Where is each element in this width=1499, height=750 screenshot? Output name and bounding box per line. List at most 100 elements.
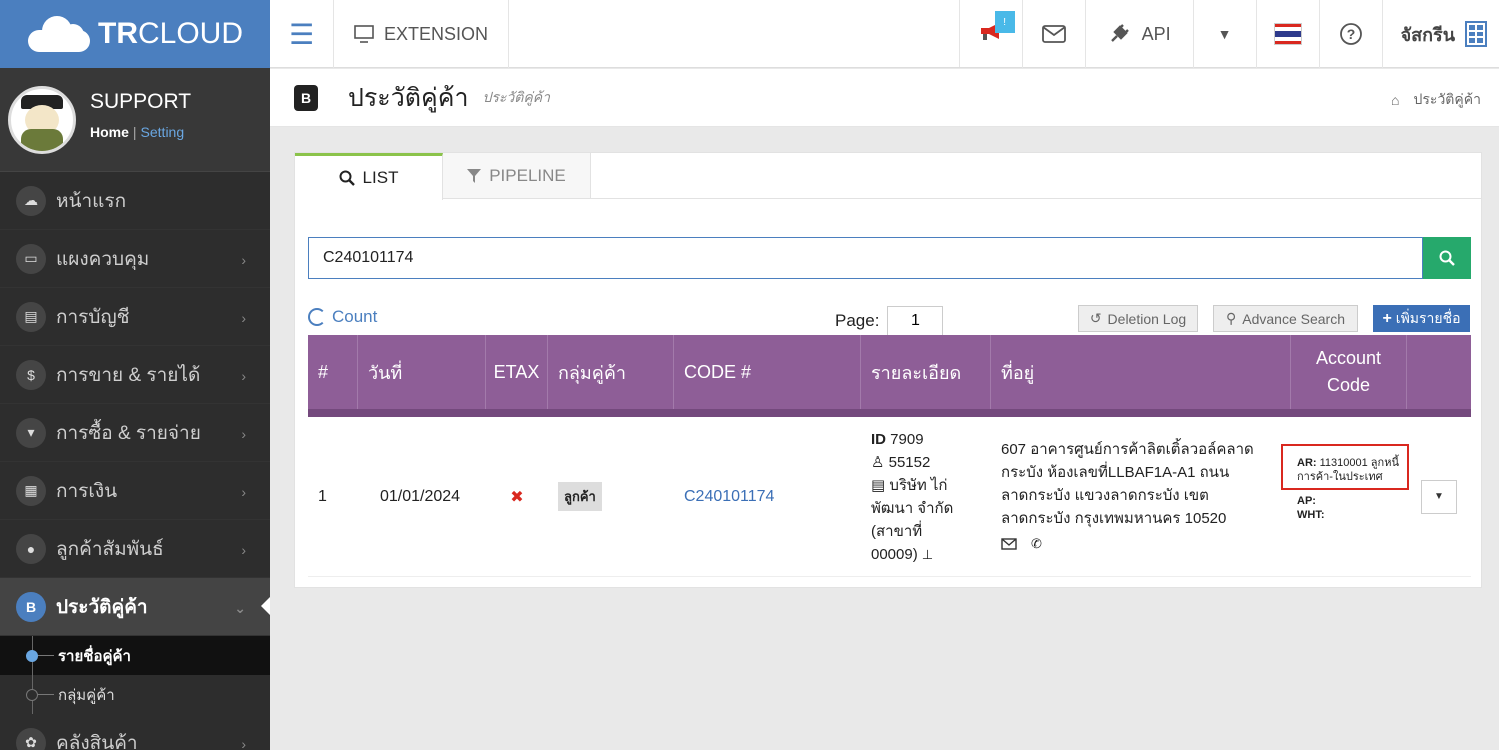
filter-icon <box>467 169 482 183</box>
envelope-icon[interactable] <box>1001 537 1017 550</box>
address-line: กระบัง ห้องเลขที่LLBAF1A-A1 ถนน <box>1001 464 1230 481</box>
language-button[interactable] <box>1257 0 1320 68</box>
company-name: บริษัท ไก่ <box>889 476 948 494</box>
partner-code-link[interactable]: C240101174 <box>684 488 774 506</box>
address-book-icon: B <box>16 591 46 622</box>
announcement-button[interactable]: ! <box>960 0 1023 68</box>
svg-text:?: ? <box>1346 26 1355 42</box>
home-icon[interactable]: ⌂ <box>1391 92 1399 108</box>
calendar-icon: ▦ <box>16 475 46 506</box>
sidebar-item-label: การเงิน <box>56 480 118 502</box>
page-subtitle: ประวัติคู่ค้า <box>482 88 550 105</box>
sidebar-item-home[interactable]: ☁ หน้าแรก <box>0 172 270 230</box>
chevron-right-icon: › <box>241 426 246 442</box>
tab-list[interactable]: LIST <box>295 153 443 200</box>
spinner-icon <box>308 308 326 326</box>
search-icon: ⚲ <box>1226 310 1237 326</box>
count-button[interactable]: Count <box>308 307 377 327</box>
dollar-icon: $ <box>16 359 46 390</box>
help-button[interactable]: ? <box>1320 0 1383 68</box>
col-group: กลุ่มคู่ค้า <box>548 335 674 409</box>
row-actions-button[interactable]: ▼ <box>1421 479 1457 514</box>
sidebar-item-purchase[interactable]: ▾ การซื้อ & รายจ่าย › <box>0 404 270 462</box>
deletion-log-button[interactable]: ↺ Deletion Log <box>1078 305 1198 332</box>
api-button[interactable]: API <box>1086 0 1194 68</box>
sidebar-item-label: แผงควบคุม <box>56 248 150 270</box>
tab-label: LIST <box>362 168 399 187</box>
branch-label: (สาขาที่ <box>871 522 923 540</box>
monitor-icon: ▭ <box>16 243 46 274</box>
sidebar-subitem-partner-list[interactable]: รายชื่อคู่ค้า <box>0 636 270 675</box>
thai-flag-icon <box>1273 23 1302 45</box>
tab-pipeline[interactable]: PIPELINE <box>443 153 591 199</box>
extension-button[interactable]: EXTENSION <box>334 0 510 68</box>
users-icon: ● <box>16 533 46 564</box>
advance-search-button[interactable]: ⚲ Advance Search <box>1213 305 1358 332</box>
caret-down-icon: ▼ <box>1217 26 1232 42</box>
pager: Page: <box>835 306 944 336</box>
ar-label: AR: <box>1297 456 1317 469</box>
dropdown-button[interactable]: ▼ <box>1194 0 1257 68</box>
hamburger-icon: ☰ <box>288 18 315 50</box>
phone-icon[interactable]: ✆ <box>1031 532 1042 555</box>
sidebar-item-dashboard[interactable]: ▭ แผงควบคุม › <box>0 230 270 288</box>
sidebar-subitem-partner-group[interactable]: กลุ่มคู่ค้า <box>0 675 270 714</box>
user-icon: ♙ <box>871 453 885 471</box>
plug-icon <box>1110 24 1129 42</box>
page-title: ประวัติคู่ค้า <box>348 83 469 112</box>
address-line: ลาดกระบัง กรุงเทพมหานคร 10520 <box>1001 510 1227 527</box>
brand-name: TRCLOUD <box>98 17 244 50</box>
row-account-code: AR: 11310001 ลูกหนี้การค้า-ในประเทศ AP: … <box>1281 417 1409 576</box>
user-name: จัสกรีน <box>1400 24 1455 45</box>
sidebar-item-label: หน้าแรก <box>56 190 127 212</box>
table-row: 1 01/01/2024 ✖ ลูกค้า C240101174 ID 7909… <box>308 417 1471 577</box>
sidebar-item-finance[interactable]: ▦ การเงิน › <box>0 462 270 520</box>
add-partner-button[interactable]: + เพิ่มรายชื่อ <box>1373 305 1470 332</box>
sidebar-item-crm[interactable]: ● ลูกค้าสัมพันธ์ › <box>0 520 270 578</box>
setting-link[interactable]: Setting <box>141 124 185 140</box>
home-link[interactable]: Home <box>90 124 129 140</box>
search-input[interactable] <box>308 237 1423 279</box>
sidebar-item-label: ลูกค้าสัมพันธ์ <box>56 538 164 560</box>
building-icon: ▤ <box>871 476 886 494</box>
dot-icon <box>26 689 38 701</box>
sidebar: TRCLOUD SUPPORT Home | Setting ☁ หน้าแรก ▭… <box>0 0 270 750</box>
cloud-icon <box>28 16 90 52</box>
company-name-cont: พัฒนา จำกัด <box>871 499 954 517</box>
tab-label: PIPELINE <box>489 166 566 185</box>
search-bar <box>308 237 1471 279</box>
search-button[interactable] <box>1423 237 1471 279</box>
top-bar: ☰ EXTENSION ! API ▼ ? จัสกรีน <box>270 0 1499 68</box>
page-input[interactable] <box>887 306 944 336</box>
cubes-icon: ✿ <box>16 727 46 750</box>
extension-label: EXTENSION <box>384 23 489 44</box>
wht-label: WHT: <box>1297 508 1325 521</box>
user-menu[interactable]: จัสกรีน <box>1383 0 1499 68</box>
logo[interactable]: TRCLOUD <box>0 0 270 68</box>
menu-toggle-button[interactable]: ☰ <box>270 0 334 68</box>
address-line: 607 อาคารศูนย์การค้าลิตเติ้ลวอล์คลาด <box>1001 441 1254 458</box>
tab-bar: LIST PIPELINE <box>295 153 1481 200</box>
search-icon <box>339 170 355 186</box>
mail-button[interactable] <box>1023 0 1086 68</box>
col-num: # <box>308 335 358 409</box>
dot-icon <box>26 650 38 662</box>
history-icon: ↺ <box>1089 310 1102 326</box>
notification-badge: ! <box>994 11 1015 33</box>
page-label: Page: <box>835 311 880 330</box>
col-detail: รายละเอียด <box>861 335 991 409</box>
caret-down-icon: ▼ <box>1434 491 1444 502</box>
id-value: 7909 <box>890 430 924 448</box>
chevron-right-icon: › <box>241 310 246 326</box>
branch-number: 00009) <box>871 545 918 563</box>
sidebar-item-accounting[interactable]: ▤ การบัญชี › <box>0 288 270 346</box>
sidebar-item-partner-history[interactable]: B ประวัติคู่ค้า ⌄ <box>0 578 270 636</box>
sitemap-icon[interactable]: ⊥ <box>922 547 933 562</box>
sidebar-item-label: การขาย & รายได้ <box>56 364 201 386</box>
building-icon <box>1465 21 1487 47</box>
user-value: 55152 <box>888 453 931 471</box>
sidebar-item-sales[interactable]: $ การขาย & รายได้ › <box>0 346 270 404</box>
sidebar-item-inventory[interactable]: ✿ คลังสินค้า › <box>0 714 270 750</box>
breadcrumb: ⌂ ประวัติคู่ค้า <box>1391 89 1481 111</box>
deletion-log-label: Deletion Log <box>1107 310 1187 327</box>
